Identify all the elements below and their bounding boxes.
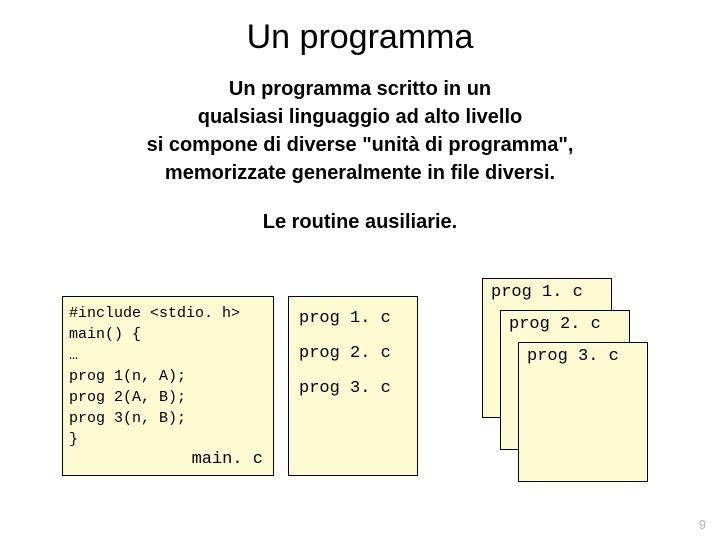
file-card-label: prog 1. c [491, 283, 583, 302]
main-code-box: #include <stdio. h> main() { … prog 1(n,… [62, 296, 274, 476]
intro-line-4: memorizzate generalmente in file diversi… [165, 162, 555, 184]
intro-line-3: si compone di diverse "unità di programm… [147, 134, 574, 156]
list-item: prog 2. c [299, 344, 407, 363]
list-item: prog 3. c [299, 379, 407, 398]
file-list-box: prog 1. c prog 2. c prog 3. c [288, 296, 418, 476]
slide-title: Un programma [40, 18, 680, 57]
intro-paragraph: Un programma scritto in un qualsiasi lin… [40, 75, 680, 187]
slide: Un programma Un programma scritto in un … [0, 0, 720, 540]
main-file-label: main. c [192, 450, 263, 469]
list-item: prog 1. c [299, 309, 407, 328]
intro-line-1: Un programma scritto in un [229, 78, 491, 100]
intro-line-2: qualsiasi linguaggio ad alto livello [198, 106, 523, 128]
file-card-label: prog 2. c [509, 315, 601, 334]
file-card-prog3: prog 3. c [518, 342, 648, 482]
subtitle: Le routine ausiliarie. [40, 211, 680, 234]
file-card-label: prog 3. c [527, 347, 619, 366]
page-number: 9 [699, 517, 706, 532]
main-code: #include <stdio. h> main() { … prog 1(n,… [69, 303, 267, 450]
